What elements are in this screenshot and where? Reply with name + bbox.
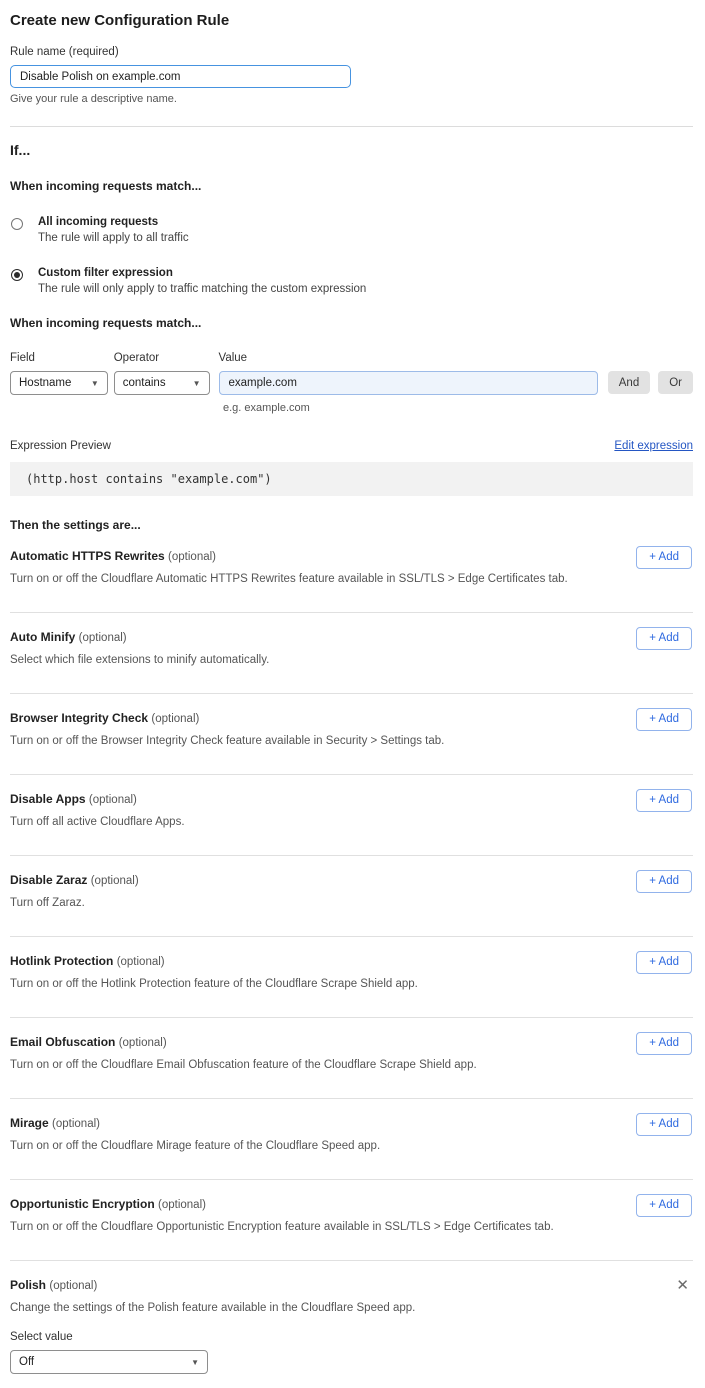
operator-select[interactable]: contains ▼ — [114, 371, 210, 395]
setting-description: Turn off all active Cloudflare Apps. — [10, 816, 693, 828]
setting-title: Automatic HTTPS Rewrites — [10, 549, 165, 563]
field-select-value: Hostname — [19, 377, 71, 389]
radio-custom-filter-expression-label: Custom filter expression — [38, 267, 366, 279]
radio-all-incoming-requests-label: All incoming requests — [38, 216, 189, 228]
setting-description: Turn on or off the Browser Integrity Che… — [10, 735, 693, 747]
add-button[interactable]: + Add — [636, 1113, 692, 1136]
then-settings-heading: Then the settings are... — [10, 518, 693, 532]
radio-custom-filter-expression[interactable] — [11, 269, 23, 281]
section-divider — [10, 126, 693, 127]
setting-qualifier: (optional) — [158, 1199, 206, 1211]
field-column-label: Field — [10, 352, 108, 364]
rule-name-label: Rule name (required) — [10, 46, 693, 58]
add-button[interactable]: + Add — [636, 708, 692, 731]
page-title: Create new Configuration Rule — [10, 12, 693, 29]
setting-title: Browser Integrity Check — [10, 711, 148, 725]
rule-name-input[interactable] — [10, 65, 351, 88]
setting-row: Mirage (optional) Turn on or off the Clo… — [10, 1099, 693, 1180]
expression-builder-heading: When incoming requests match... — [10, 316, 693, 330]
add-button[interactable]: + Add — [636, 870, 692, 893]
value-help-text: e.g. example.com — [223, 402, 693, 414]
radio-option-all-incoming-requests: All incoming requests The rule will appl… — [10, 216, 693, 244]
setting-row: Email Obfuscation (optional) Turn on or … — [10, 1018, 693, 1099]
setting-row: Disable Zaraz (optional) Turn off Zaraz.… — [10, 856, 693, 937]
add-button[interactable]: + Add — [636, 1194, 692, 1217]
setting-qualifier: (optional) — [89, 794, 137, 806]
add-button[interactable]: + Add — [636, 789, 692, 812]
setting-description: Turn on or off the Cloudflare Mirage fea… — [10, 1140, 693, 1152]
polish-select-value-label: Select value — [10, 1331, 693, 1343]
setting-row: Automatic HTTPS Rewrites (optional) Turn… — [10, 532, 693, 613]
setting-description: Turn on or off the Cloudflare Automatic … — [10, 573, 693, 585]
radio-all-incoming-requests-description: The rule will apply to all traffic — [38, 232, 189, 244]
setting-qualifier: (optional) — [79, 632, 127, 644]
add-button[interactable]: + Add — [636, 951, 692, 974]
chevron-down-icon: ▼ — [91, 379, 99, 388]
setting-title: Disable Zaraz — [10, 873, 87, 887]
radio-option-custom-filter-expression: Custom filter expression The rule will o… — [10, 267, 693, 295]
setting-row: Browser Integrity Check (optional) Turn … — [10, 694, 693, 775]
setting-title: Hotlink Protection — [10, 954, 113, 968]
setting-qualifier: (optional) — [52, 1118, 100, 1130]
create-configuration-rule-form: Create new Configuration Rule Rule name … — [0, 0, 705, 1388]
setting-description: Turn off Zaraz. — [10, 897, 693, 909]
setting-description: Select which file extensions to minify a… — [10, 654, 693, 666]
setting-title: Opportunistic Encryption — [10, 1197, 155, 1211]
edit-expression-link[interactable]: Edit expression — [614, 440, 693, 452]
expression-preview-code: (http.host contains "example.com") — [10, 462, 693, 496]
incoming-requests-match-label: When incoming requests match... — [10, 179, 693, 193]
and-button[interactable]: And — [608, 371, 650, 394]
operator-select-value: contains — [123, 377, 166, 389]
close-icon[interactable]: ✕ — [676, 1278, 689, 1293]
chevron-down-icon: ▼ — [191, 1358, 199, 1367]
setting-title: Mirage — [10, 1116, 49, 1130]
setting-title: Auto Minify — [10, 630, 75, 644]
rule-name-help: Give your rule a descriptive name. — [10, 93, 693, 105]
polish-value-select-value: Off — [19, 1356, 34, 1368]
setting-row-polish: ✕ Polish (optional) Change the settings … — [10, 1261, 693, 1374]
expression-preview-header: Expression Preview Edit expression — [10, 440, 693, 452]
if-heading: If... — [10, 142, 693, 158]
setting-row: Disable Apps (optional) Turn off all act… — [10, 775, 693, 856]
radio-all-incoming-requests[interactable] — [11, 218, 23, 230]
setting-qualifier: (optional) — [151, 713, 199, 725]
setting-row: Hotlink Protection (optional) Turn on or… — [10, 937, 693, 1018]
setting-description: Turn on or off the Hotlink Protection fe… — [10, 978, 693, 990]
setting-title: Email Obfuscation — [10, 1035, 115, 1049]
setting-description: Turn on or off the Cloudflare Opportunis… — [10, 1221, 693, 1233]
setting-row: Opportunistic Encryption (optional) Turn… — [10, 1180, 693, 1261]
expression-preview-label: Expression Preview — [10, 440, 111, 452]
setting-qualifier: (optional) — [168, 551, 216, 563]
add-button[interactable]: + Add — [636, 627, 692, 650]
add-button[interactable]: + Add — [636, 1032, 692, 1055]
polish-value-select[interactable]: Off ▼ — [10, 1350, 208, 1374]
setting-qualifier: (optional) — [91, 875, 139, 887]
value-input[interactable] — [219, 371, 598, 395]
add-button[interactable]: + Add — [636, 546, 692, 569]
field-select[interactable]: Hostname ▼ — [10, 371, 108, 395]
setting-qualifier: (optional) — [117, 956, 165, 968]
chevron-down-icon: ▼ — [193, 379, 201, 388]
polish-setting-qualifier: (optional) — [49, 1280, 97, 1292]
setting-row: Auto Minify (optional) Select which file… — [10, 613, 693, 694]
setting-qualifier: (optional) — [119, 1037, 167, 1049]
polish-setting-title: Polish — [10, 1278, 46, 1292]
or-button[interactable]: Or — [658, 371, 693, 394]
radio-custom-filter-expression-description: The rule will only apply to traffic matc… — [38, 283, 366, 295]
expression-builder: Field Hostname ▼ Operator contains ▼ Val… — [10, 352, 693, 414]
operator-column-label: Operator — [114, 352, 210, 364]
polish-setting-description: Change the settings of the Polish featur… — [10, 1302, 693, 1314]
setting-description: Turn on or off the Cloudflare Email Obfu… — [10, 1059, 693, 1071]
value-column-label: Value — [219, 352, 598, 364]
settings-list: Automatic HTTPS Rewrites (optional) Turn… — [10, 532, 693, 1261]
setting-title: Disable Apps — [10, 792, 86, 806]
